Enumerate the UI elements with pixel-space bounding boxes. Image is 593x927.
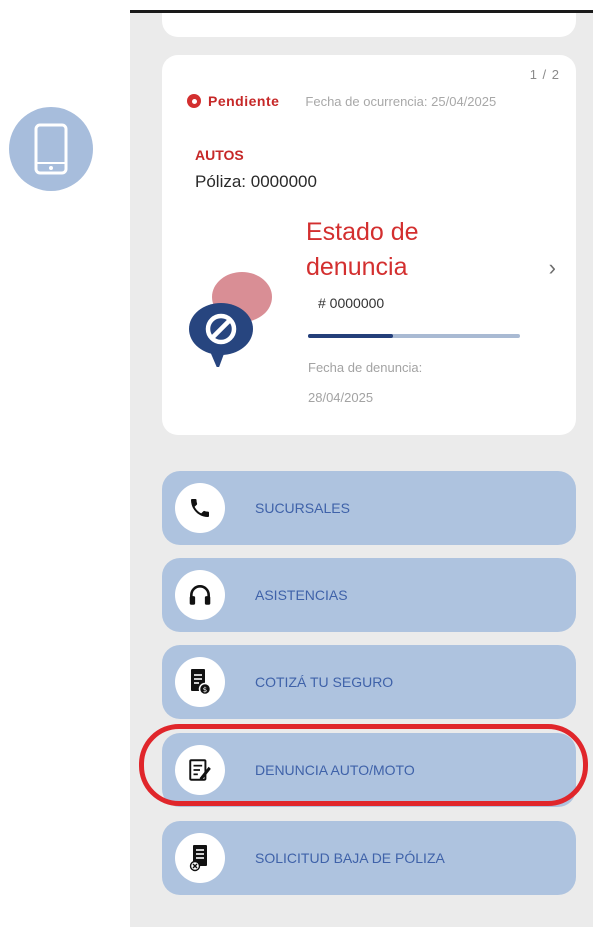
menu-baja-poliza-button[interactable]: SOLICITUD BAJA DE PÓLIZA bbox=[162, 821, 576, 895]
claim-progress-bar bbox=[308, 334, 520, 338]
menu-asistencias-button[interactable]: ASISTENCIAS bbox=[162, 558, 576, 632]
occurrence-date: Fecha de ocurrencia: 25/04/2025 bbox=[305, 93, 497, 109]
branch-label: AUTOS bbox=[195, 147, 244, 163]
status-label: Pendiente bbox=[208, 93, 280, 109]
menu-label: ASISTENCIAS bbox=[255, 587, 348, 603]
headset-icon bbox=[175, 570, 225, 620]
policy-number: Póliza: 0000000 bbox=[195, 172, 317, 191]
menu-label: SOLICITUD BAJA DE PÓLIZA bbox=[255, 850, 445, 866]
phone-icon bbox=[175, 483, 225, 533]
previous-card bbox=[162, 13, 576, 37]
claim-status-title: Estado de denuncia bbox=[306, 218, 419, 281]
chevron-right-icon[interactable]: › bbox=[549, 255, 556, 281]
claim-date: 28/04/2025 bbox=[308, 390, 374, 405]
status-row: Pendiente Fecha de ocurrencia: 25/04/202… bbox=[187, 93, 496, 109]
claim-number: # 0000000 bbox=[318, 295, 385, 311]
cancel-document-icon bbox=[175, 833, 225, 883]
claim-progress-fill bbox=[308, 334, 393, 338]
smartphone-badge bbox=[9, 107, 93, 191]
highlight-annotation-ring bbox=[139, 724, 588, 806]
menu-sucursales-button[interactable]: SUCURSALES bbox=[162, 471, 576, 545]
smartphone-icon bbox=[34, 123, 68, 175]
card-pager: 1 / 2 bbox=[529, 67, 560, 82]
speech-bubble-cancel-icon bbox=[189, 272, 272, 367]
claim-card[interactable]: 1 / 2 Pendiente Fecha de ocurrencia: 25/… bbox=[162, 55, 576, 435]
menu-cotiza-button[interactable]: $ COTIZÁ TU SEGURO bbox=[162, 645, 576, 719]
menu-label: COTIZÁ TU SEGURO bbox=[255, 674, 394, 690]
svg-text:$: $ bbox=[203, 686, 207, 694]
menu-label: SUCURSALES bbox=[255, 500, 350, 516]
status-dot-icon bbox=[187, 94, 201, 108]
claim-date-label: Fecha de denuncia: bbox=[308, 360, 423, 375]
quote-document-icon: $ bbox=[175, 657, 225, 707]
